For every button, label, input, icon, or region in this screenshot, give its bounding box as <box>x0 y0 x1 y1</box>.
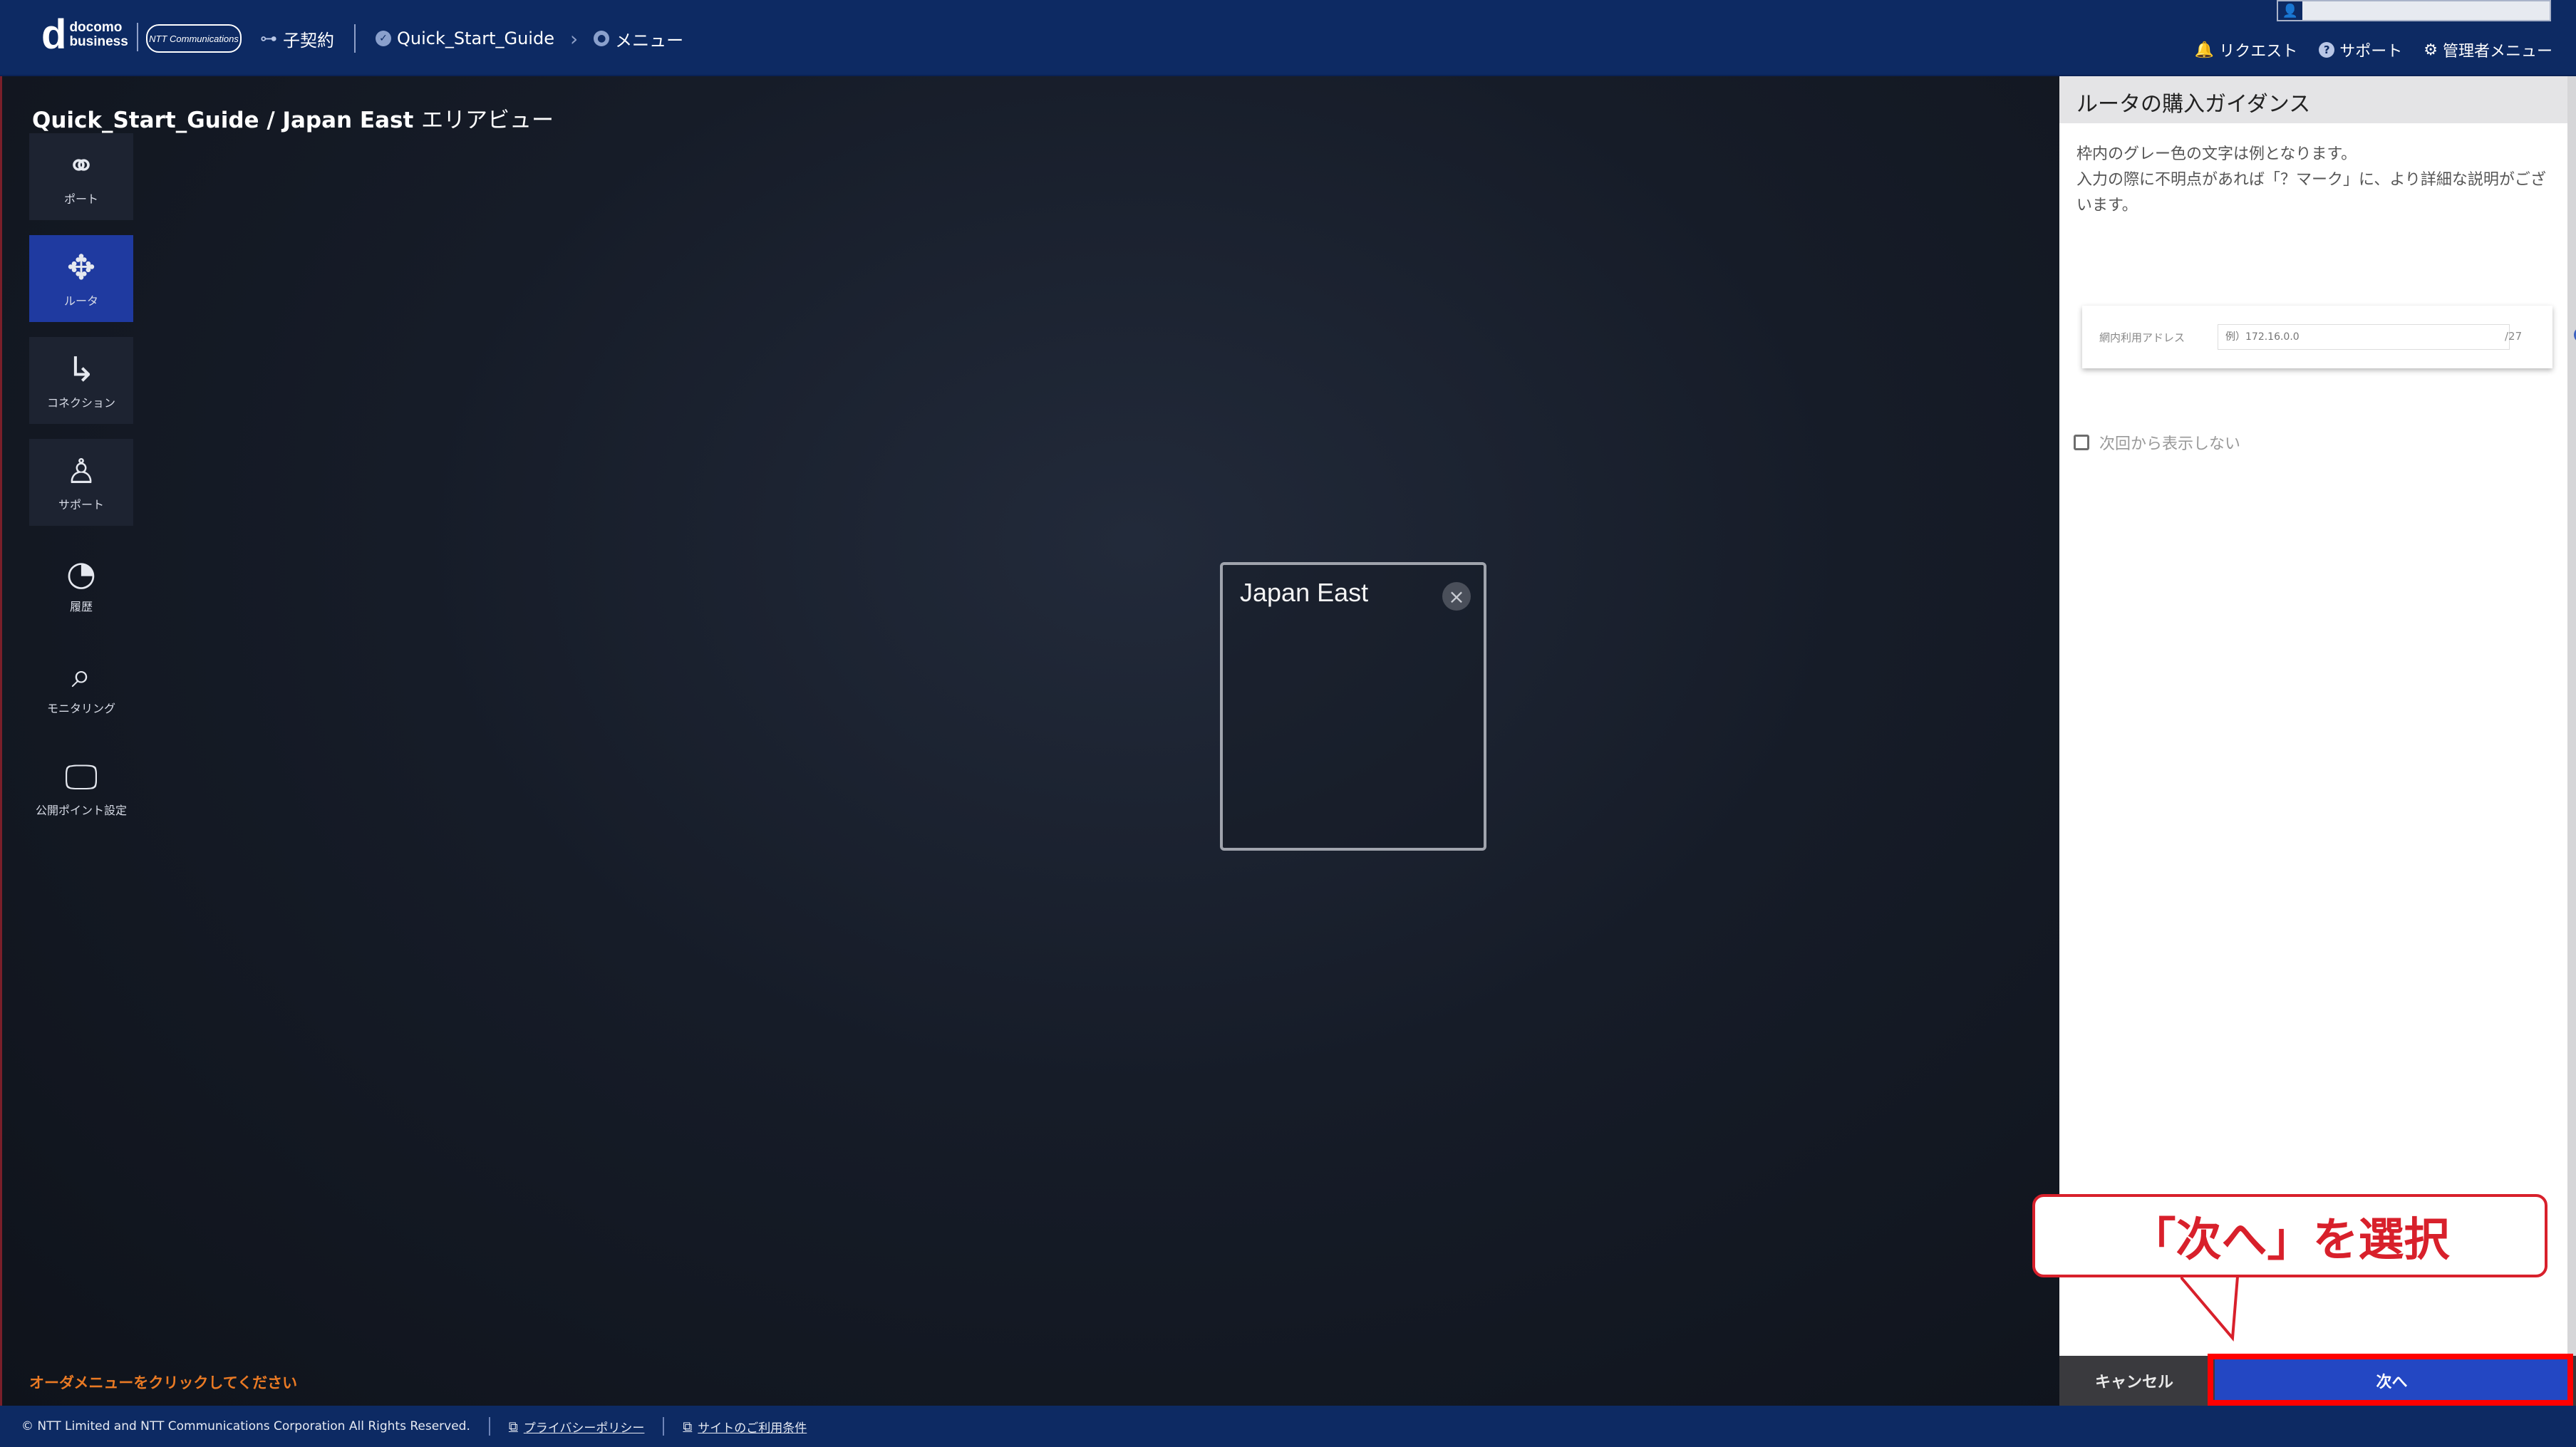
panel-title: ルータの購入ガイダンス <box>2076 92 2311 117</box>
top-header: d docomo business NTT Communications ⊶ 子… <box>0 0 2576 76</box>
logo-divider <box>137 23 138 51</box>
nav-port[interactable]: ⚭ ポート <box>29 133 133 220</box>
callout-text: 「次へ」を選択 <box>2130 1213 2450 1267</box>
nav-history[interactable]: ◔ 履歴 <box>29 541 133 628</box>
privacy-link[interactable]: ⧉ プライバシーポリシー <box>509 1418 645 1436</box>
history-icon: ◔ <box>66 554 96 593</box>
area-view-canvas: Quick_Start_Guide / Japan East エリアビュー ⚭ … <box>0 76 2062 1406</box>
guidance-text: 枠内のグレー色の文字は例となります。 入力の際に不明点があれば「？マーク」に、よ… <box>2076 145 2546 214</box>
logo-line1: docomo <box>69 20 123 35</box>
order-menu-hint: オーダメニューをクリックしてください <box>29 1374 298 1391</box>
support-link[interactable]: ? サポート <box>2319 38 2402 61</box>
nav-router[interactable]: ✥ ルータ <box>29 235 133 322</box>
terms-link[interactable]: ⧉ サイトのご利用条件 <box>683 1418 807 1436</box>
monitor-icon: 🖵 <box>64 757 98 797</box>
footer-divider <box>663 1417 665 1436</box>
project-icon: ✓ <box>376 31 391 46</box>
request-label: リクエスト <box>2219 43 2298 61</box>
support-icon: ♙ <box>66 452 97 492</box>
order-menu: ⚭ ポート ✥ ルータ ↳ コネクション ♙ サポート ◔ 履歴 ⌕ モニタリン… <box>29 133 133 846</box>
connection-icon: ↳ <box>66 350 96 390</box>
address-field-card: 網内利用アドレス /27 ? <box>2082 306 2576 368</box>
bell-icon: 🔔 <box>2194 41 2215 59</box>
dont-show-option[interactable]: 次回から表示しない <box>2074 431 2240 454</box>
breadcrumb-divider <box>354 24 356 53</box>
page-title: Quick_Start_Guide / Japan East エリアビュー <box>32 108 554 133</box>
cancel-button[interactable]: キャンセル <box>2059 1356 2209 1406</box>
breadcrumb-project[interactable]: Quick_Start_Guide <box>397 28 554 48</box>
panel-header: ルータの購入ガイダンス <box>2059 76 2576 123</box>
callout-tail <box>2181 1275 2239 1342</box>
router-icon: ✥ <box>66 248 96 288</box>
footer-divider <box>488 1417 490 1436</box>
user-account-box[interactable]: 👤 <box>2277 0 2551 21</box>
copyright: © NTT Limited and NTT Communications Cor… <box>21 1419 470 1433</box>
logo-d: d <box>41 11 67 58</box>
gear-icon: ⚙ <box>2424 41 2438 59</box>
contract-label[interactable]: 子契約 <box>283 26 334 51</box>
breadcrumb-menu[interactable]: メニュー <box>615 26 683 51</box>
contract-icon: ⊶ <box>260 28 277 48</box>
user-icon: 👤 <box>2278 1 2302 20</box>
instruction-callout: 「次へ」を選択 <box>2032 1194 2547 1277</box>
address-suffix: /27 <box>2505 330 2523 343</box>
external-link-icon: ⧉ <box>508 1419 518 1434</box>
close-icon[interactable]: × <box>1442 582 1471 611</box>
nav-connection[interactable]: ↳ コネクション <box>29 337 133 424</box>
logo-line2: business <box>69 34 128 49</box>
page-footer: © NTT Limited and NTT Communications Cor… <box>0 1406 2576 1447</box>
admin-menu-link[interactable]: ⚙ 管理者メニュー <box>2424 38 2552 61</box>
area-box-japan-east[interactable]: Japan East × <box>1220 562 1486 851</box>
dont-show-label: 次回から表示しない <box>2099 435 2241 453</box>
ntt-logo: NTT Communications <box>146 24 242 53</box>
monitoring-icon: ⌕ <box>71 655 91 695</box>
nav-support[interactable]: ♙ サポート <box>29 439 133 526</box>
header-links: 🔔 リクエスト ? サポート ⚙ 管理者メニュー <box>2173 38 2552 61</box>
support-label: サポート <box>2339 43 2403 61</box>
nav-public-point[interactable]: 🖵 公開ポイント設定 <box>29 745 133 831</box>
port-icon: ⚭ <box>66 146 96 186</box>
external-link-icon: ⧉ <box>683 1419 693 1434</box>
admin-menu-label: 管理者メニュー <box>2442 43 2552 61</box>
menu-icon: ● <box>594 31 610 46</box>
chevron-right-icon: › <box>569 26 579 51</box>
question-icon: ? <box>2319 42 2335 58</box>
panel-scrollbar[interactable] <box>2567 76 2576 1356</box>
address-input[interactable] <box>2218 324 2510 350</box>
dont-show-checkbox[interactable] <box>2074 435 2089 450</box>
area-name: Japan East <box>1240 578 1369 607</box>
address-field-label: 網内利用アドレス <box>2099 331 2186 344</box>
request-link[interactable]: 🔔 リクエスト <box>2195 38 2297 61</box>
breadcrumb: ⊶ 子契約 ✓ Quick_Start_Guide › ● メニュー <box>260 24 683 53</box>
docomo-business-logo[interactable]: d docomo business <box>41 11 128 58</box>
nav-monitoring[interactable]: ⌕ モニタリング <box>29 643 133 730</box>
next-button-highlight <box>2208 1354 2573 1406</box>
